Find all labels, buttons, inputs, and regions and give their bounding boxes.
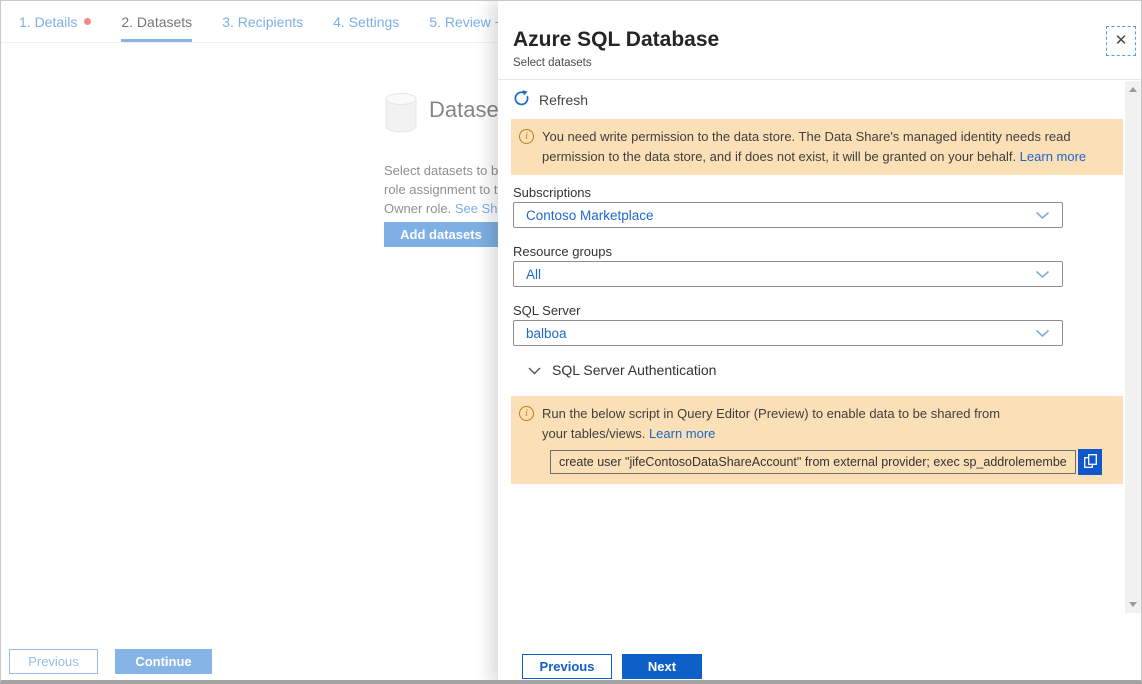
script-input[interactable] xyxy=(550,450,1076,474)
header-divider xyxy=(498,79,1142,80)
tab-details-label: 1. Details xyxy=(19,14,77,30)
resource-groups-label: Resource groups xyxy=(513,244,612,259)
resource-groups-dropdown[interactable]: All xyxy=(513,261,1063,287)
copy-icon xyxy=(1083,453,1098,472)
subscriptions-value: Contoso Marketplace xyxy=(526,208,654,223)
tab-settings[interactable]: 4. Settings xyxy=(333,1,399,42)
resource-groups-value: All xyxy=(526,267,541,282)
script-info-banner: i Run the below script in Query Editor (… xyxy=(511,396,1123,484)
chevron-down-icon xyxy=(1035,208,1050,223)
script-learn-more-link[interactable]: Learn more xyxy=(649,426,715,441)
description-line-3: Owner role. xyxy=(384,201,455,216)
tab-datasets[interactable]: 2. Datasets xyxy=(121,1,192,42)
chevron-down-icon xyxy=(1035,267,1050,282)
close-icon: ✕ xyxy=(1115,32,1128,49)
panel-previous-button[interactable]: Previous xyxy=(522,654,612,679)
sql-server-dropdown[interactable]: balboa xyxy=(513,320,1063,346)
scroll-up-arrow-icon[interactable] xyxy=(1129,87,1137,92)
chevron-down-icon xyxy=(1035,326,1050,341)
wizard-footer: Previous Continue xyxy=(9,649,212,674)
datasets-description: Select datasets to be role assignment to… xyxy=(384,161,505,218)
subscriptions-dropdown[interactable]: Contoso Marketplace xyxy=(513,202,1063,228)
sql-server-authentication-expander[interactable]: SQL Server Authentication xyxy=(528,362,716,378)
sql-server-label: SQL Server xyxy=(513,303,580,318)
copy-script-button[interactable] xyxy=(1078,449,1102,475)
panel-next-button[interactable]: Next xyxy=(622,654,702,679)
add-datasets-button[interactable]: Add datasets xyxy=(384,222,498,247)
permission-banner-text: You need write permission to the data st… xyxy=(542,127,1113,166)
scroll-down-arrow-icon[interactable] xyxy=(1129,602,1137,607)
chevron-down-icon xyxy=(528,362,541,378)
validation-error-dot xyxy=(84,18,91,25)
script-row xyxy=(550,449,1113,475)
refresh-label: Refresh xyxy=(539,92,588,108)
script-banner-text: Run the below script in Query Editor (Pr… xyxy=(542,404,1020,443)
info-icon: i xyxy=(519,129,534,144)
sql-server-authentication-label: SQL Server Authentication xyxy=(552,362,716,378)
panel-title: Azure SQL Database xyxy=(513,28,719,52)
description-line-1: Select datasets to be xyxy=(384,163,505,178)
permission-learn-more-link[interactable]: Learn more xyxy=(1020,149,1086,164)
permission-info-banner: i You need write permission to the data … xyxy=(511,119,1123,175)
wizard-previous-button[interactable]: Previous xyxy=(9,649,98,674)
panel-scrollbar[interactable] xyxy=(1125,81,1141,613)
app-window: 1. Details 2. Datasets 3. Recipients 4. … xyxy=(0,0,1142,684)
info-icon: i xyxy=(519,406,534,421)
sql-server-value: balboa xyxy=(526,326,567,341)
tab-recipients-label: 3. Recipients xyxy=(222,14,303,30)
description-line-2: role assignment to t xyxy=(384,182,497,197)
tab-details[interactable]: 1. Details xyxy=(19,1,91,42)
azure-sql-database-panel: Azure SQL Database Select datasets ✕ Ref… xyxy=(498,1,1142,684)
tab-settings-label: 4. Settings xyxy=(333,14,399,30)
refresh-button[interactable]: Refresh xyxy=(513,90,588,110)
wizard-continue-button[interactable]: Continue xyxy=(115,649,212,674)
refresh-icon xyxy=(513,90,530,110)
subscriptions-label: Subscriptions xyxy=(513,185,591,200)
panel-subtitle: Select datasets xyxy=(513,57,592,69)
close-button[interactable]: ✕ xyxy=(1106,26,1136,56)
tab-recipients[interactable]: 3. Recipients xyxy=(222,1,303,42)
database-cylinder-icon xyxy=(384,93,418,138)
tab-datasets-label: 2. Datasets xyxy=(121,14,192,30)
